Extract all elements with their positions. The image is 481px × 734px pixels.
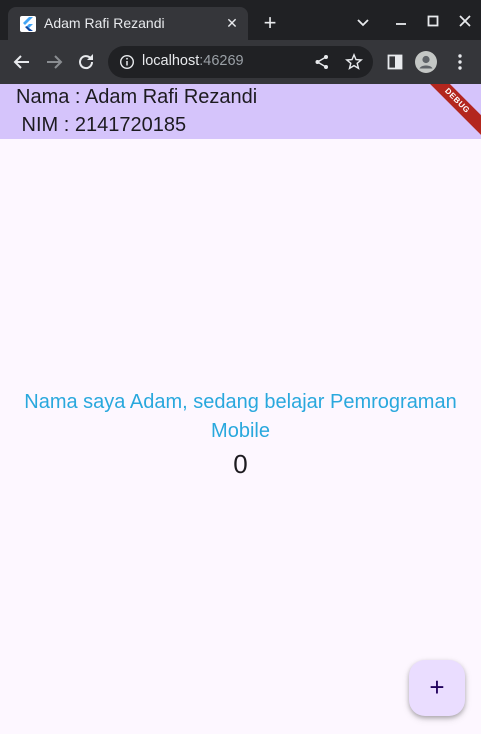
browser-tab[interactable]: Adam Rafi Rezandi ✕ xyxy=(8,7,248,40)
back-arrow-icon[interactable] xyxy=(10,50,34,74)
maximize-icon[interactable] xyxy=(421,10,445,34)
new-tab-button[interactable]: + xyxy=(258,11,282,35)
forward-arrow-icon[interactable] xyxy=(42,50,66,74)
app-viewport: Nama : Adam Rafi Rezandi NIM : 214172018… xyxy=(0,84,481,734)
share-icon[interactable] xyxy=(313,53,331,71)
app-bar-name: Nama : Adam Rafi Rezandi xyxy=(16,86,258,108)
side-panel-icon[interactable] xyxy=(383,50,407,74)
close-icon[interactable] xyxy=(453,10,477,34)
tab-strip: Adam Rafi Rezandi ✕ + xyxy=(0,0,481,40)
app-bar-nim: NIM : 2141720185 xyxy=(16,114,187,136)
chevron-down-icon[interactable] xyxy=(351,10,375,34)
url-text[interactable]: localhost:46269 xyxy=(142,53,244,69)
url-port: :46269 xyxy=(199,53,244,69)
tab-title: Adam Rafi Rezandi xyxy=(44,15,165,31)
intro-text: Nama saya Adam, sedang belajar Pemrogram… xyxy=(24,391,457,442)
url-host: localhost xyxy=(142,53,200,69)
kebab-menu-icon[interactable] xyxy=(448,50,472,74)
increment-button[interactable]: + xyxy=(409,660,465,716)
info-icon[interactable] xyxy=(119,54,135,70)
browser-toolbar: localhost:46269 xyxy=(0,40,481,84)
counter-value: 0 xyxy=(233,449,248,479)
address-bar[interactable]: localhost:46269 xyxy=(108,46,373,78)
app-bar: Nama : Adam Rafi Rezandi NIM : 214172018… xyxy=(0,84,481,139)
tab-close-icon[interactable]: ✕ xyxy=(224,15,240,31)
profile-icon[interactable] xyxy=(414,50,438,74)
flutter-logo-icon xyxy=(20,16,36,32)
minimize-icon[interactable] xyxy=(389,10,413,34)
reload-icon[interactable] xyxy=(74,50,98,74)
bookmark-star-icon[interactable] xyxy=(345,52,363,71)
